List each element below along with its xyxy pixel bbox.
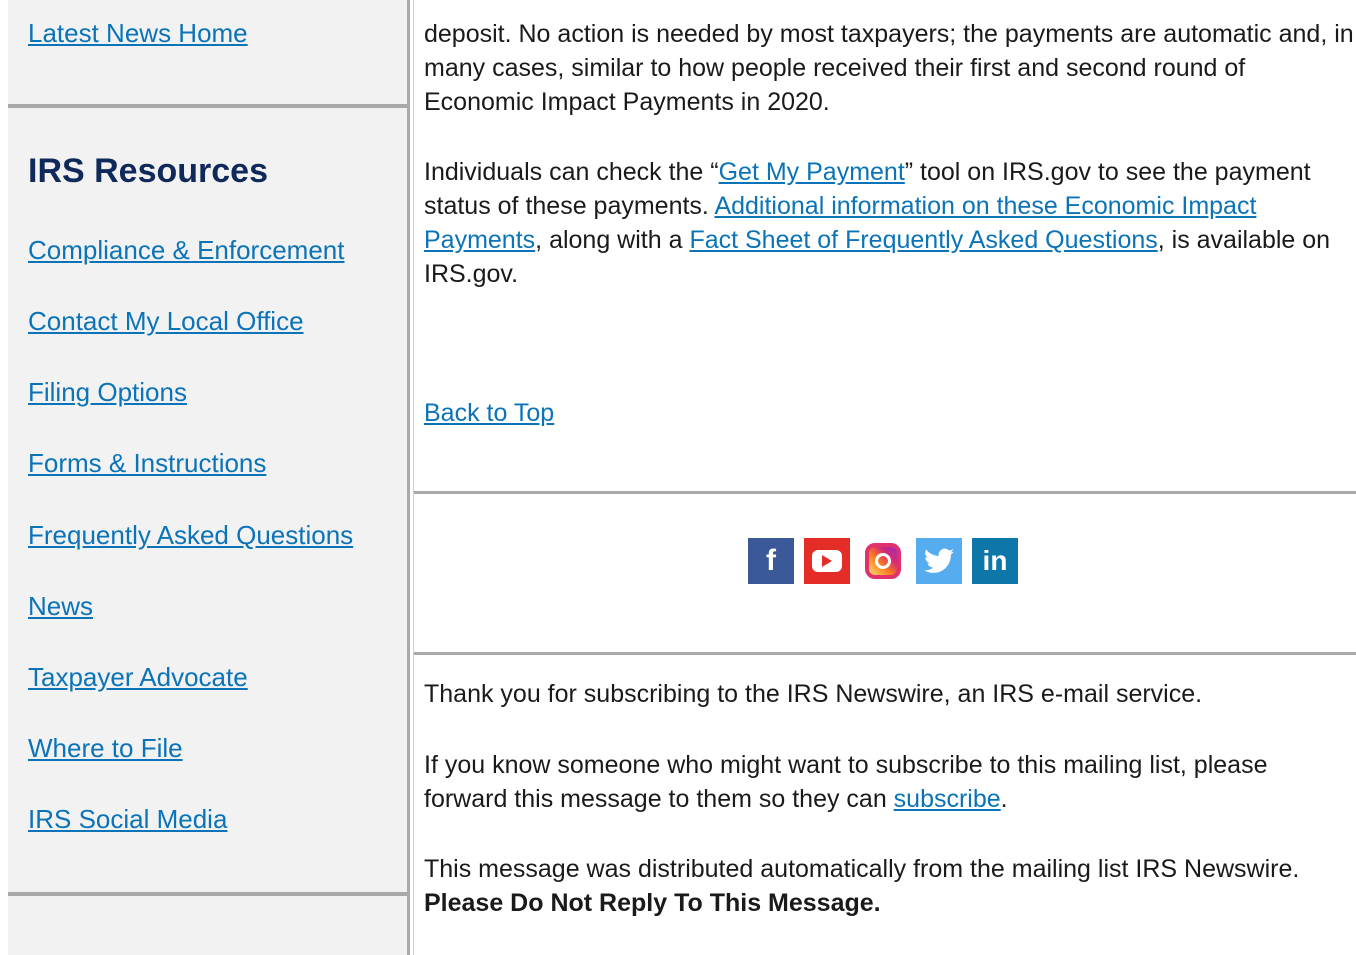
distribution-text: This message was distributed automatical… [424, 855, 1300, 917]
sidebar-divider [8, 892, 408, 896]
sidebar-link-where-to-file[interactable]: Where to File [28, 733, 183, 764]
sidebar-divider [8, 104, 408, 108]
sidebar: Latest News Home IRS Resources Complianc… [8, 0, 410, 955]
youtube-icon[interactable] [804, 538, 850, 584]
forward-text: If you know someone who might want to su… [424, 751, 1268, 813]
article-paragraph: deposit. No action is needed by most tax… [424, 20, 1354, 116]
latest-news-home-link[interactable]: Latest News Home [28, 18, 248, 49]
article-paragraph: Individuals can check the “Get My Paymen… [424, 158, 1331, 288]
sidebar-link-taxpayer-advocate[interactable]: Taxpayer Advocate [28, 662, 248, 693]
back-to-top-link[interactable]: Back to Top [424, 399, 554, 428]
content-divider [414, 652, 1356, 655]
content-divider [414, 491, 1356, 494]
sidebar-link-forms[interactable]: Forms & Instructions [28, 448, 266, 479]
resources-heading: IRS Resources [28, 152, 268, 190]
sidebar-link-filing-options[interactable]: Filing Options [28, 377, 187, 408]
facebook-icon[interactable]: f [748, 538, 794, 584]
sidebar-link-news[interactable]: News [28, 591, 93, 622]
email-page: Latest News Home IRS Resources Complianc… [0, 0, 1356, 955]
get-my-payment-link[interactable]: Get My Payment [719, 158, 905, 186]
subscribe-link[interactable]: subscribe [894, 785, 1001, 813]
main-content: deposit. No action is needed by most tax… [413, 0, 1356, 955]
faq-fact-sheet-link[interactable]: Fact Sheet of Frequently Asked Questions [689, 226, 1157, 254]
linkedin-icon[interactable]: in [972, 538, 1018, 584]
social-icons: f in [748, 538, 1018, 584]
sidebar-link-contact-office[interactable]: Contact My Local Office [28, 306, 304, 337]
thanks-text: Thank you for subscribing to the IRS New… [424, 680, 1203, 708]
sidebar-link-social-media[interactable]: IRS Social Media [28, 804, 227, 835]
instagram-icon[interactable] [860, 538, 906, 584]
twitter-icon[interactable] [916, 538, 962, 584]
sidebar-link-compliance[interactable]: Compliance & Enforcement [28, 235, 344, 266]
sidebar-link-faq[interactable]: Frequently Asked Questions [28, 520, 353, 551]
